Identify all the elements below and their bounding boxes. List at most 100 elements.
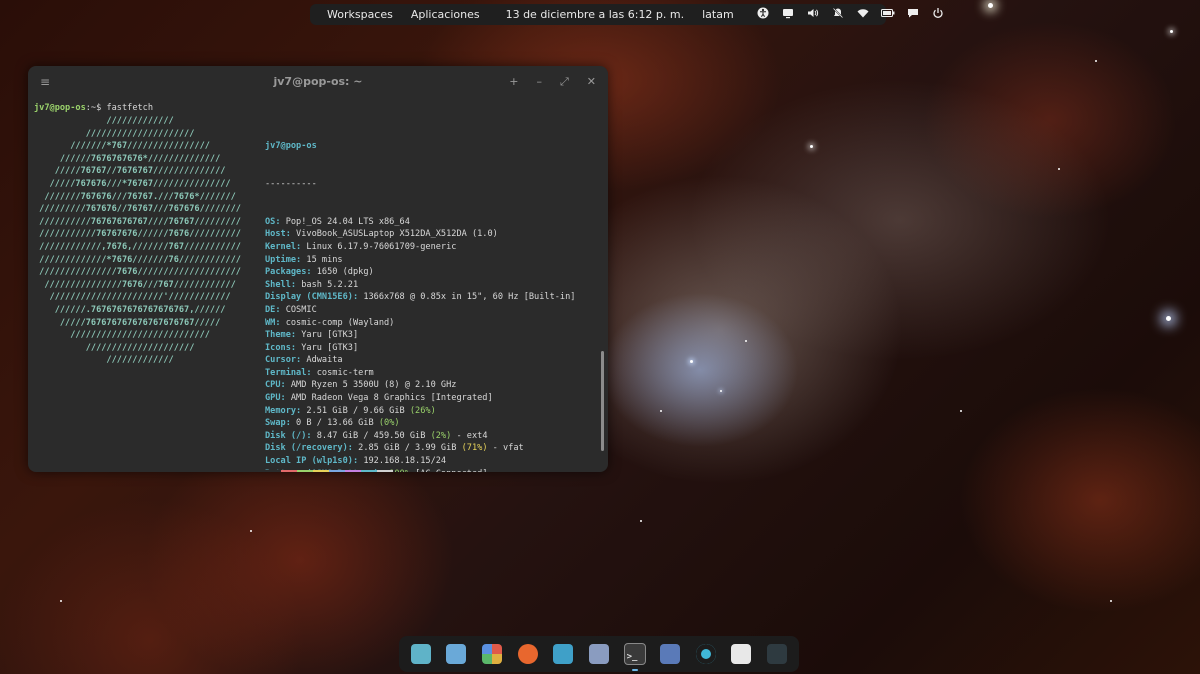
prompt-user: jv7@pop-os	[34, 103, 86, 113]
mail-icon	[731, 644, 752, 664]
screen-dock-item[interactable]	[764, 641, 790, 667]
pop-os-ascii-logo: ///////////// ///////////////////// ////…	[39, 116, 241, 366]
clock[interactable]: 13 de diciembre a las 6:12 p. m.	[497, 8, 694, 21]
info-row: Terminal: cosmic-term	[265, 367, 575, 380]
text-editor-icon	[588, 644, 609, 664]
top-panel: Workspaces Aplicaciones 13 de diciembre …	[310, 4, 943, 25]
firefox-dock-item[interactable]	[515, 641, 541, 667]
info-row: Theme: Yaru [GTK3]	[265, 329, 575, 342]
terminal-window[interactable]: ≡ jv7@pop-os: ~ + – ⤢ ✕ jv7@pop-os:~$ fa…	[28, 66, 608, 472]
terminal-dock-item[interactable]: >_	[622, 641, 648, 671]
titlebar[interactable]: ≡ jv7@pop-os: ~ + – ⤢ ✕	[28, 66, 608, 98]
accessibility-icon[interactable]	[751, 7, 776, 22]
dock: >_	[399, 636, 799, 672]
info-key: Theme:	[265, 330, 297, 341]
info-key: WM:	[265, 317, 281, 328]
info-suffix: [AC Connected]	[410, 469, 487, 472]
info-value: 0 B / 13.66 GiB	[290, 418, 379, 429]
info-row: Display (CMN15E6): 1366x768 @ 0.85x in 1…	[265, 291, 575, 304]
display-icon[interactable]	[776, 7, 801, 22]
info-percent: (0%)	[378, 418, 400, 429]
info-value: AMD Radeon Vega 8 Graphics [Integrated]	[285, 393, 493, 404]
workspaces-icon	[446, 644, 467, 664]
info-value: bash 5.2.21	[296, 279, 359, 290]
store-icon	[660, 644, 681, 664]
app-grid-icon	[482, 644, 503, 664]
palette-swatch	[297, 470, 313, 472]
app-grid-dock-item[interactable]	[479, 641, 505, 667]
info-key: Disk (/):	[265, 430, 312, 441]
text-editor-dock-item[interactable]	[586, 641, 612, 667]
files-icon	[553, 644, 574, 664]
prompt-command: :~$ fastfetch	[85, 103, 154, 113]
info-row: Uptime: 15 mins	[265, 254, 575, 267]
battery-icon[interactable]	[876, 8, 901, 21]
workspaces-button[interactable]: Workspaces	[318, 8, 402, 21]
info-key: Disk (/recovery):	[265, 443, 353, 454]
info-value: VivoBook_ASUSLaptop X512DA_X512DA (1.0)	[290, 229, 498, 240]
info-row: Local IP (wlp1s0): 192.168.18.15/24	[265, 455, 575, 468]
info-row: WM: cosmic-comp (Wayland)	[265, 317, 575, 330]
settings-icon	[695, 644, 716, 664]
info-value: Adwaita	[301, 355, 343, 366]
info-key: Swap:	[265, 418, 291, 429]
system-info: jv7@pop-os ---------- OS: Pop!_OS 24.04 …	[265, 115, 575, 472]
info-key: CPU:	[265, 380, 286, 391]
info-row: Kernel: Linux 6.17.9-76061709-generic	[265, 241, 575, 254]
info-user-host: jv7@pop-os	[265, 141, 317, 152]
info-key: Terminal:	[265, 367, 312, 378]
files-dock-item[interactable]	[550, 641, 576, 667]
info-percent: (71%)	[461, 443, 488, 454]
info-key: Memory:	[265, 405, 302, 416]
maximize-button[interactable]: ⤢	[560, 75, 569, 89]
minimize-button[interactable]: –	[536, 75, 542, 89]
palette-swatch	[329, 470, 345, 472]
info-value: 192.168.18.15/24	[358, 456, 447, 467]
keyboard-layout[interactable]: latam	[693, 8, 743, 21]
close-button[interactable]: ✕	[587, 75, 596, 89]
info-value: Pop!_OS 24.04 LTS x86_64	[280, 216, 410, 227]
status-icons	[751, 7, 951, 22]
wifi-icon[interactable]	[851, 7, 876, 22]
info-row: Disk (/recovery): 2.85 GiB / 3.99 GiB (7…	[265, 442, 575, 455]
info-separator: ----------	[265, 178, 317, 189]
new-tab-button[interactable]: +	[509, 75, 518, 89]
info-value: Linux 6.17.9-76061709-generic	[301, 241, 457, 252]
info-value: 2.85 GiB / 3.99 GiB	[352, 443, 462, 454]
applications-button[interactable]: Aplicaciones	[402, 8, 489, 21]
info-row: DE: COSMIC	[265, 304, 575, 317]
info-key: OS:	[265, 216, 281, 227]
info-value: Yaru [GTK3]	[296, 342, 359, 353]
terminal-icon: >_	[623, 643, 646, 665]
info-key: Cursor:	[265, 355, 302, 366]
info-row: Cursor: Adwaita	[265, 354, 575, 367]
info-value: COSMIC	[280, 304, 317, 315]
palette-swatch	[377, 470, 393, 472]
palette-swatch	[361, 470, 377, 472]
info-row: Host: VivoBook_ASUSLaptop X512DA_X512DA …	[265, 228, 575, 241]
hamburger-menu-icon[interactable]: ≡	[40, 75, 50, 89]
power-icon[interactable]	[926, 7, 951, 22]
workspaces-dock-item[interactable]	[443, 641, 469, 667]
settings-dock-item[interactable]	[693, 641, 719, 667]
firefox-icon	[517, 644, 538, 664]
info-row: GPU: AMD Radeon Vega 8 Graphics [Integra…	[265, 392, 575, 405]
info-key: GPU:	[265, 393, 286, 404]
store-dock-item[interactable]	[657, 641, 683, 667]
scrollbar[interactable]	[601, 351, 604, 451]
launcher-dock-item[interactable]	[408, 641, 434, 667]
terminal-output[interactable]: jv7@pop-os:~$ fastfetch ///////////// //…	[34, 102, 598, 472]
palette-swatch	[281, 470, 297, 472]
info-key: Host:	[265, 229, 291, 240]
volume-icon[interactable]	[801, 7, 826, 22]
info-key: Kernel:	[265, 241, 302, 252]
palette-swatch	[345, 470, 361, 472]
info-row: Packages: 1650 (dpkg)	[265, 266, 575, 279]
notifications-off-icon[interactable]	[826, 7, 851, 22]
info-value: 1366x768 @ 0.85x in 15", 60 Hz [Built-in…	[358, 292, 576, 303]
info-value: cosmic-term	[311, 367, 374, 378]
chat-icon[interactable]	[901, 7, 926, 22]
launcher-icon	[410, 644, 431, 664]
info-row: CPU: AMD Ryzen 5 3500U (8) @ 2.10 GHz	[265, 379, 575, 392]
mail-dock-item[interactable]	[728, 641, 754, 667]
